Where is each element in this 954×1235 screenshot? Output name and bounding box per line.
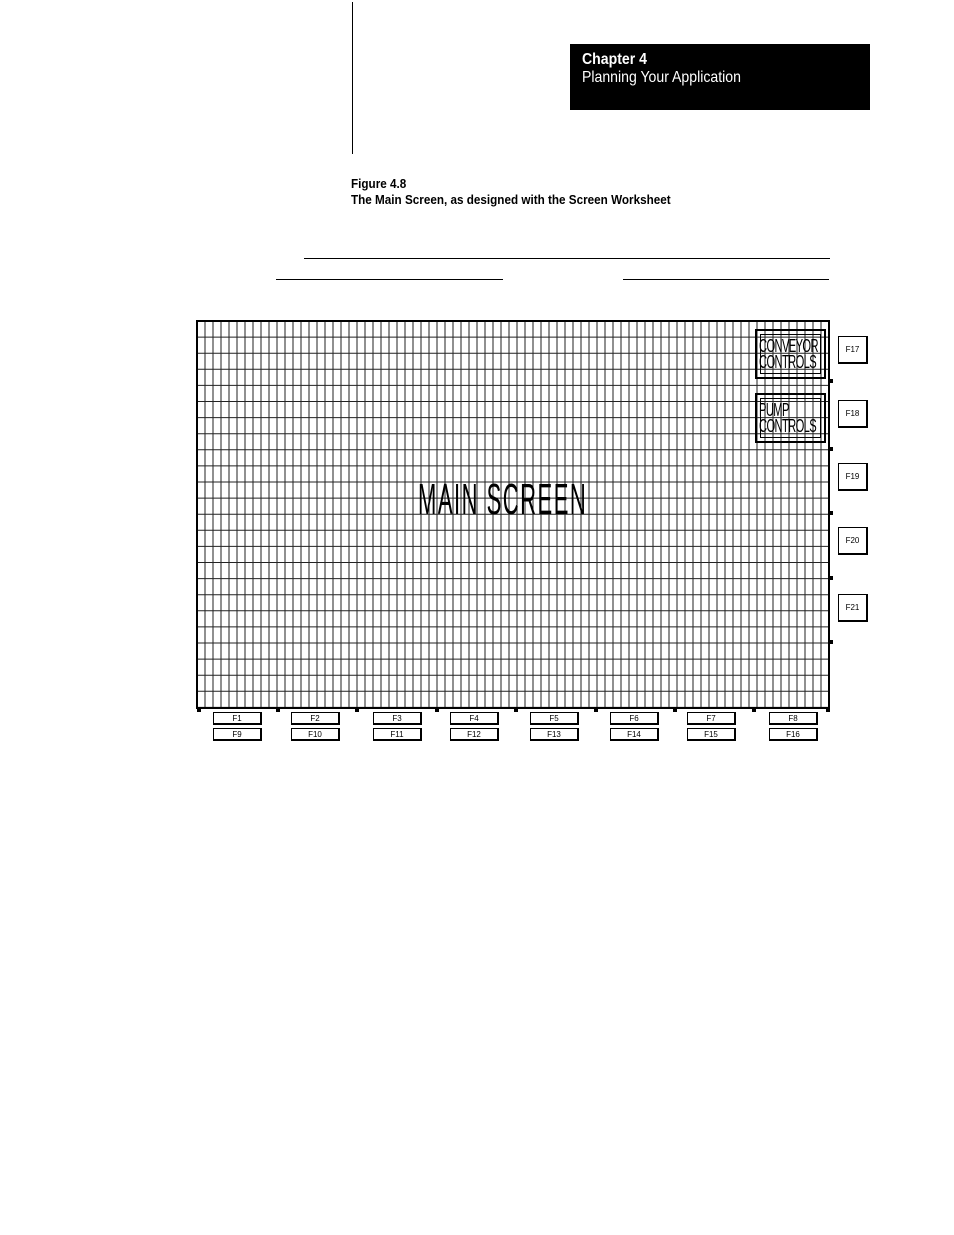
f19-key[interactable]: F19 bbox=[838, 463, 868, 491]
bottom-tick-mark bbox=[514, 708, 518, 712]
bottom-tick-mark bbox=[673, 708, 677, 712]
f12-key[interactable]: F12 bbox=[450, 728, 499, 741]
f10-key[interactable]: F10 bbox=[291, 728, 340, 741]
side-tick-mark bbox=[829, 379, 833, 383]
side-tick-mark bbox=[829, 447, 833, 451]
pump-controls-button[interactable]: PUMP CONTROLS bbox=[755, 393, 826, 443]
button-label: CONVEYOR CONTROLS bbox=[759, 336, 819, 372]
f11-key[interactable]: F11 bbox=[373, 728, 422, 741]
f16-key[interactable]: F16 bbox=[769, 728, 818, 741]
side-tick-mark bbox=[829, 640, 833, 644]
f15-key[interactable]: F15 bbox=[687, 728, 736, 741]
bottom-tick-mark bbox=[276, 708, 280, 712]
screen-grid bbox=[196, 320, 833, 712]
f2-key[interactable]: F2 bbox=[291, 712, 340, 725]
f14-key[interactable]: F14 bbox=[610, 728, 659, 741]
button-label: PUMP CONTROLS bbox=[759, 400, 817, 436]
bottom-tick-mark bbox=[355, 708, 359, 712]
side-tick-mark bbox=[829, 576, 833, 580]
bottom-tick-mark bbox=[826, 708, 830, 712]
conveyor-controls-button[interactable]: CONVEYOR CONTROLS bbox=[755, 329, 826, 379]
f3-key[interactable]: F3 bbox=[373, 712, 422, 725]
f4-key[interactable]: F4 bbox=[450, 712, 499, 725]
f9-key[interactable]: F9 bbox=[213, 728, 262, 741]
f18-key[interactable]: F18 bbox=[838, 400, 868, 428]
bottom-tick-mark bbox=[197, 708, 201, 712]
f21-key[interactable]: F21 bbox=[838, 594, 868, 622]
f20-key[interactable]: F20 bbox=[838, 527, 868, 555]
bottom-tick-mark bbox=[435, 708, 439, 712]
f7-key[interactable]: F7 bbox=[687, 712, 736, 725]
f13-key[interactable]: F13 bbox=[530, 728, 579, 741]
side-tick-mark bbox=[829, 511, 833, 515]
bottom-tick-mark bbox=[594, 708, 598, 712]
bottom-tick-mark bbox=[752, 708, 756, 712]
main-screen-title: MAIN SCREEN bbox=[418, 475, 588, 524]
f5-key[interactable]: F5 bbox=[530, 712, 579, 725]
f17-key[interactable]: F17 bbox=[838, 336, 868, 364]
f8-key[interactable]: F8 bbox=[769, 712, 818, 725]
f6-key[interactable]: F6 bbox=[610, 712, 659, 725]
f1-key[interactable]: F1 bbox=[213, 712, 262, 725]
